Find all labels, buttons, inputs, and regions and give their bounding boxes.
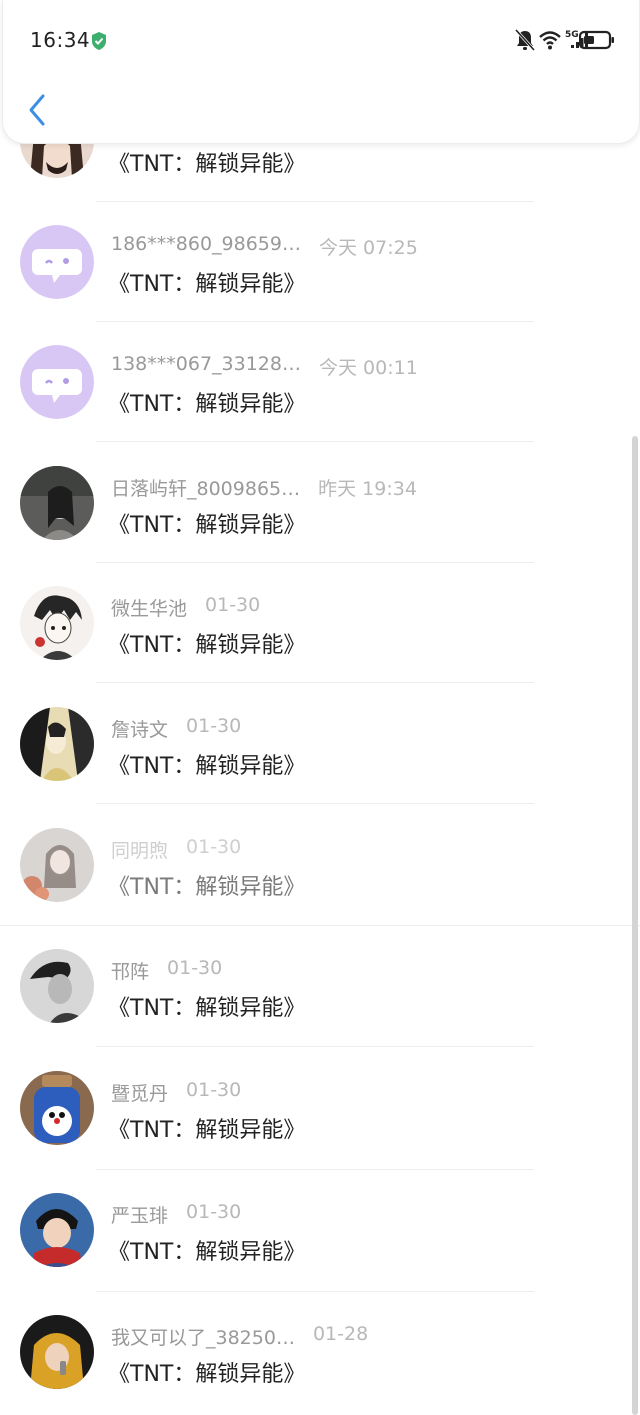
comment-row[interactable]: 我又可以了_38250… 01-28 《TNT：解锁异能》 [0,1292,640,1412]
comment-date: 今天 00:11 [318,357,418,379]
user-name[interactable]: 詹诗文 [111,715,168,742]
comment-row[interactable]: 同明煦 01-30 《TNT：解锁异能》 [0,805,640,926]
row-divider [96,441,534,442]
comment-meta: 邗阵 01-30 [111,957,222,983]
comment-row[interactable]: 微生华池 01-30 《TNT：解锁异能》 [0,563,640,683]
user-avatar[interactable] [20,586,94,660]
comment-meta: 138***067_33128… 今天 00:11 [111,353,418,379]
user-name[interactable]: 我又可以了_38250… [111,1323,295,1350]
comment-date: 昨天 19:34 [318,478,417,500]
comment-date: 01-30 [186,1201,242,1223]
comment-meta: 微生华池 01-30 [111,594,260,620]
comment-text: 《TNT：解锁异能》 [108,633,306,658]
comment-text: 《TNT：解锁异能》 [108,1240,306,1265]
user-avatar[interactable] [20,466,94,540]
comment-meta: 我又可以了_38250… 01-28 [111,1323,368,1349]
user-name[interactable]: 暨觅丹 [111,1079,168,1106]
default-chat-avatar-icon[interactable] [20,345,94,419]
user-name[interactable]: 同明煦 [111,836,168,863]
comment-date: 01-30 [205,594,261,616]
comment-list[interactable]: 《TNT：解锁异能》 186***860_98659… 今天 07:25 《TNT… [0,0,640,1415]
comment-row[interactable]: 暨觅丹 01-30 《TNT：解锁异能》 [0,1048,640,1170]
comment-list-screen: 《TNT：解锁异能》 186***860_98659… 今天 07:25 《TNT… [0,0,640,1415]
comment-meta: 詹诗文 01-30 [111,715,241,741]
user-avatar[interactable] [20,1315,94,1389]
comment-meta: 186***860_98659… 今天 07:25 [111,233,418,259]
battery-icon [578,30,615,54]
scrollbar[interactable] [632,436,638,1415]
user-avatar[interactable] [20,949,94,1023]
status-bar: 16:34 5G [3,0,639,82]
comment-row[interactable]: 186***860_98659… 今天 07:25 《TNT：解锁异能》 [0,202,640,322]
comment-text: 《TNT：解锁异能》 [108,875,306,900]
user-name[interactable]: 138***067_33128… [111,353,301,375]
user-avatar[interactable] [20,1193,94,1267]
user-name[interactable]: 邗阵 [111,957,149,984]
user-name[interactable]: 186***860_98659… [111,233,301,255]
default-chat-avatar-icon[interactable] [20,225,94,299]
user-avatar[interactable] [20,707,94,781]
comment-row[interactable]: 日落屿轩_8009865… 昨天 19:34 《TNT：解锁异能》 [0,443,640,563]
comment-date: 今天 07:25 [318,237,418,259]
comment-text: 《TNT：解锁异能》 [108,513,306,538]
comment-meta: 日落屿轩_8009865… 昨天 19:34 [111,474,417,500]
comment-row[interactable]: 詹诗文 01-30 《TNT：解锁异能》 [0,684,640,804]
user-name[interactable]: 严玉琲 [111,1201,168,1228]
comment-meta: 同明煦 01-30 [111,836,241,862]
comment-text: 《TNT：解锁异能》 [108,152,306,177]
back-button[interactable] [23,92,53,128]
network-label: 5G [565,30,579,40]
comment-row[interactable]: 邗阵 01-30 《TNT：解锁异能》 [0,926,640,1047]
comment-date: 01-30 [186,715,242,737]
chevron-left-icon [29,94,45,126]
row-divider [96,803,534,804]
comment-text: 《TNT：解锁异能》 [108,754,306,779]
status-time: 16:34 [30,28,91,52]
comment-text: 《TNT：解锁异能》 [108,272,306,297]
user-name[interactable]: 微生华池 [111,594,187,621]
top-header: 16:34 5G [2,0,640,144]
row-divider [96,1046,534,1047]
comment-date: 01-28 [312,1323,369,1345]
comment-meta: 暨觅丹 01-30 [111,1079,241,1105]
user-avatar[interactable] [20,1071,94,1145]
comment-row[interactable]: 138***067_33128… 今天 00:11 《TNT：解锁异能》 [0,322,640,442]
user-avatar[interactable] [20,828,94,902]
comment-meta: 严玉琲 01-30 [111,1201,241,1227]
comment-text: 《TNT：解锁异能》 [108,392,306,417]
comment-text: 《TNT：解锁异能》 [108,1362,306,1387]
verified-shield-icon [89,31,109,51]
comment-date: 01-30 [186,836,242,858]
comment-date: 01-30 [186,1079,242,1101]
comment-text: 《TNT：解锁异能》 [108,996,306,1021]
comment-text: 《TNT：解锁异能》 [108,1118,306,1143]
user-name[interactable]: 日落屿轩_8009865… [111,474,300,501]
row-divider [96,682,534,683]
comment-row[interactable]: 严玉琲 01-30 《TNT：解锁异能》 [0,1170,640,1292]
comment-date: 01-30 [167,957,223,979]
